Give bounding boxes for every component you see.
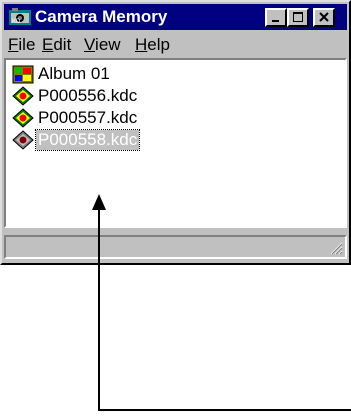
arrow-head — [92, 194, 106, 210]
callout-arrow — [92, 194, 351, 411]
